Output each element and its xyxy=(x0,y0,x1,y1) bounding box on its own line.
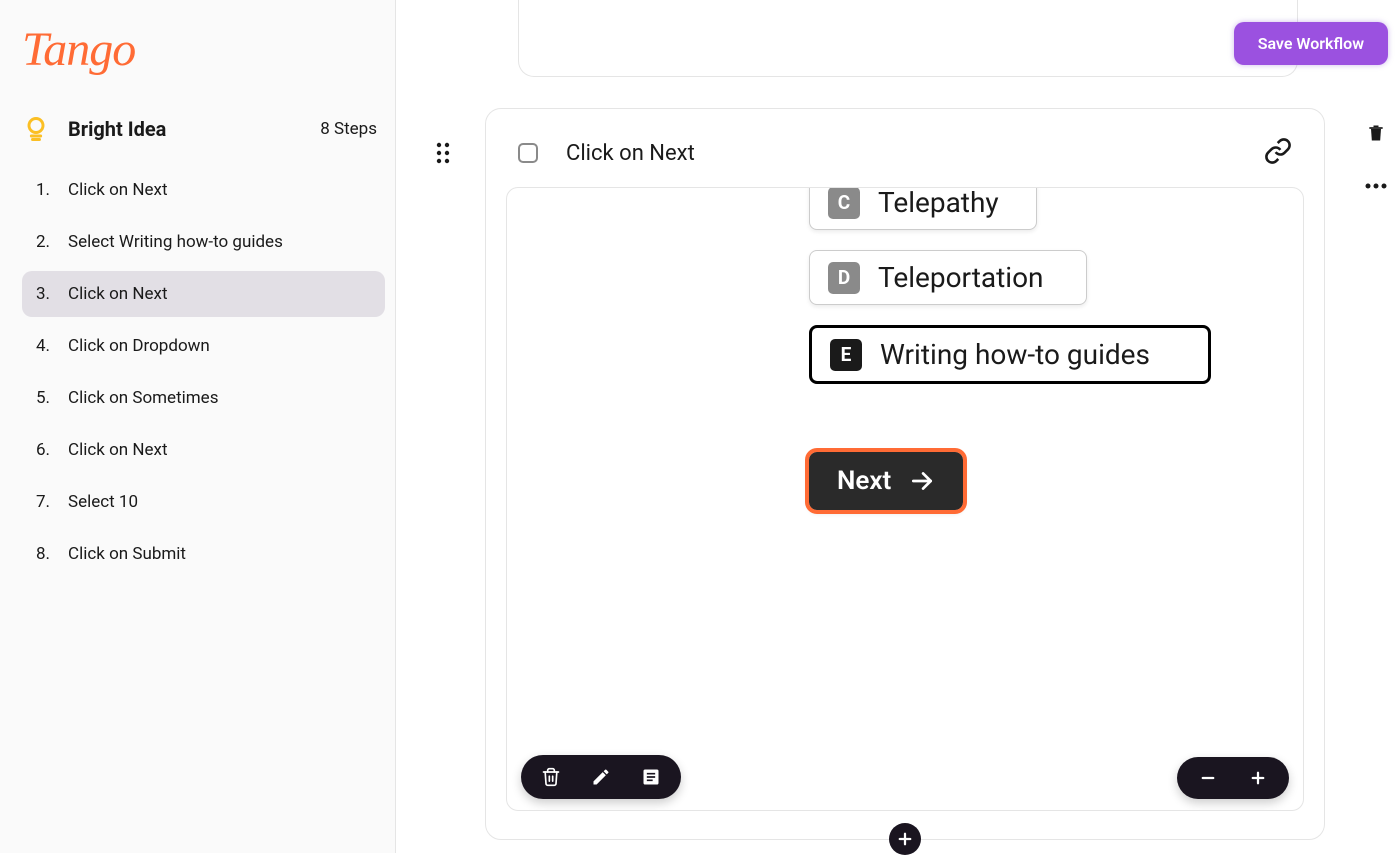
main-area: Click on Next C Telepathy D Teleportatio… xyxy=(396,0,1400,853)
drag-handle-icon[interactable] xyxy=(436,142,450,168)
more-icon[interactable] xyxy=(1364,174,1388,193)
sidebar-step-5[interactable]: 5. Click on Sometimes xyxy=(22,375,385,421)
step-checkbox[interactable] xyxy=(518,143,538,163)
option-d: D Teleportation xyxy=(809,250,1087,305)
sidebar-step-2[interactable]: 2. Select Writing how-to guides xyxy=(22,219,385,265)
screenshot-toolbar-right xyxy=(1177,757,1289,799)
zoom-out-button[interactable] xyxy=(1199,769,1217,787)
step-label: Click on Sometimes xyxy=(68,388,218,408)
step-number: 2. xyxy=(36,232,68,252)
step-label: Select 10 xyxy=(68,492,138,512)
step-label: Click on Next xyxy=(68,284,168,304)
step-label: Click on Submit xyxy=(68,544,186,564)
add-step-button[interactable] xyxy=(889,823,921,855)
option-letter-d: D xyxy=(828,262,860,294)
workflow-header: Bright Idea 8 Steps xyxy=(22,115,385,143)
sidebar-step-6[interactable]: 6. Click on Next xyxy=(22,427,385,473)
step-label: Click on Next xyxy=(68,180,168,200)
zoom-in-button[interactable] xyxy=(1249,769,1267,787)
sidebar-step-1[interactable]: 1. Click on Next xyxy=(22,167,385,213)
brand-logo: Tango xyxy=(22,22,385,77)
screenshot-area: C Telepathy D Teleportation E Writing ho… xyxy=(506,187,1304,811)
save-workflow-button[interactable]: Save Workflow xyxy=(1234,22,1388,65)
step-number: 1. xyxy=(36,180,68,200)
next-button-highlight: Next xyxy=(809,452,963,510)
option-c: C Telepathy xyxy=(809,187,1037,230)
link-icon[interactable] xyxy=(1264,137,1292,169)
highlight-border xyxy=(805,448,967,514)
sidebar-step-3[interactable]: 3. Click on Next xyxy=(22,271,385,317)
notes-button[interactable] xyxy=(641,767,661,787)
sidebar: Tango Bright Idea 8 Steps 1. Click on Ne… xyxy=(0,0,396,853)
step-label: Click on Dropdown xyxy=(68,336,210,356)
sidebar-step-8[interactable]: 8. Click on Submit xyxy=(22,531,385,577)
step-number: 6. xyxy=(36,440,68,460)
step-card: Click on Next C Telepathy D Teleportatio… xyxy=(485,108,1325,840)
edit-button[interactable] xyxy=(591,767,611,787)
step-label: Select Writing how-to guides xyxy=(68,232,283,252)
step-number: 7. xyxy=(36,492,68,512)
step-list: 1. Click on Next 2. Select Writing how-t… xyxy=(22,167,385,577)
screenshot-toolbar-left xyxy=(521,755,681,799)
option-text: Telepathy xyxy=(878,187,999,219)
option-text: Teleportation xyxy=(878,261,1044,294)
option-text: Writing how-to guides xyxy=(880,338,1150,371)
lightbulb-icon xyxy=(22,115,50,143)
step-label: Click on Next xyxy=(68,440,168,460)
workflow-title: Bright Idea xyxy=(68,117,320,141)
option-e: E Writing how-to guides xyxy=(809,325,1211,384)
right-actions xyxy=(1364,122,1388,193)
sidebar-step-4[interactable]: 4. Click on Dropdown xyxy=(22,323,385,369)
step-number: 4. xyxy=(36,336,68,356)
screenshot-content: C Telepathy D Teleportation E Writing ho… xyxy=(809,187,1219,510)
card-title[interactable]: Click on Next xyxy=(566,141,1264,166)
trash-icon[interactable] xyxy=(1366,122,1386,148)
option-letter-e: E xyxy=(830,339,862,371)
step-number: 3. xyxy=(36,284,68,304)
option-letter-c: C xyxy=(828,187,860,219)
previous-step-card xyxy=(518,0,1298,77)
step-number: 8. xyxy=(36,544,68,564)
delete-button[interactable] xyxy=(541,767,561,787)
step-number: 5. xyxy=(36,388,68,408)
step-count: 8 Steps xyxy=(320,119,377,139)
card-header: Click on Next xyxy=(506,129,1304,187)
sidebar-step-7[interactable]: 7. Select 10 xyxy=(22,479,385,525)
